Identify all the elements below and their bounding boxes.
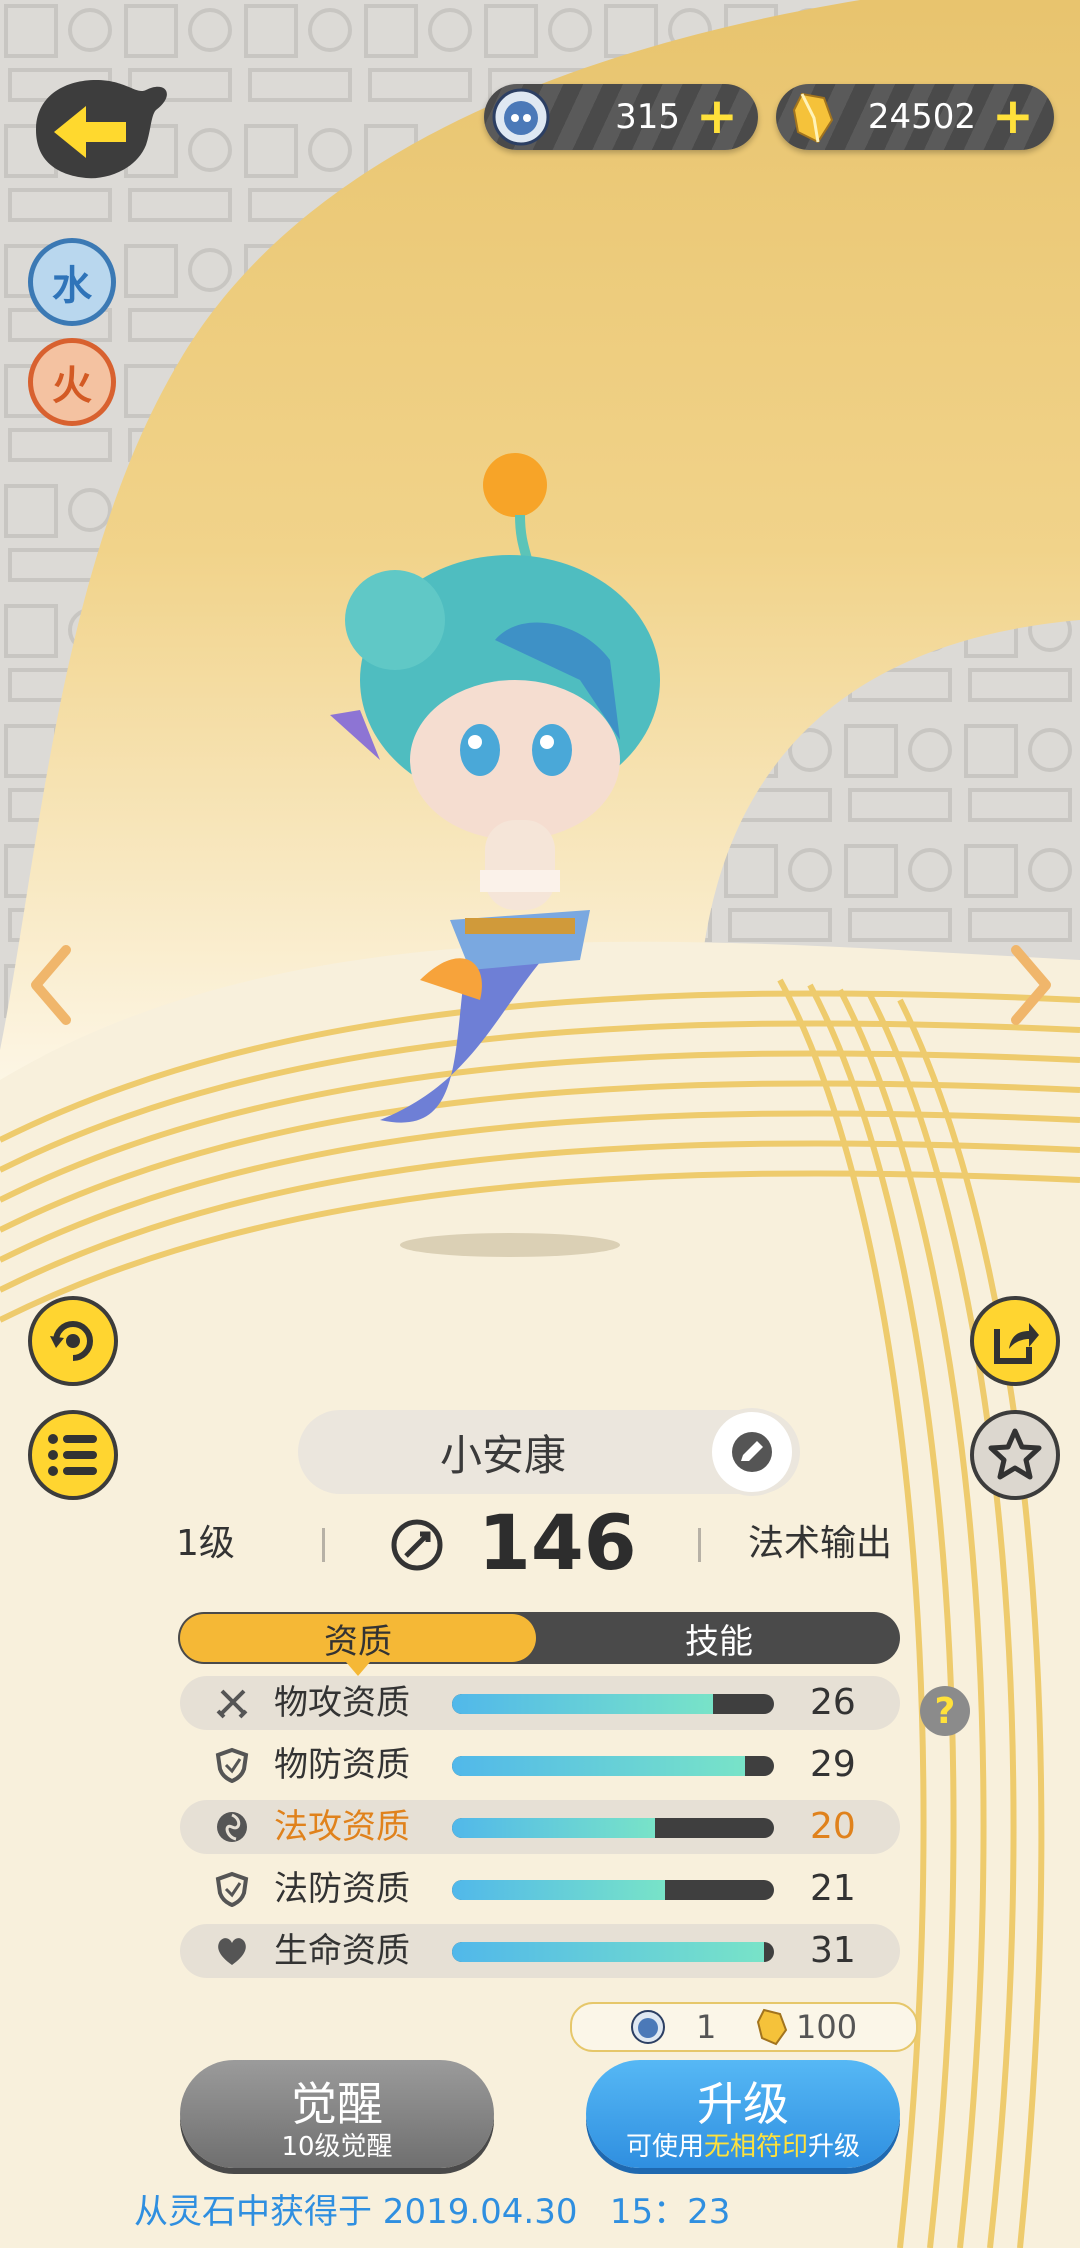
monster-role: 法术输出	[748, 1523, 893, 1564]
crystal-icon	[792, 92, 834, 144]
previous-monster-arrow-icon[interactable]	[26, 940, 76, 1030]
name-plate: 小安康	[298, 1408, 800, 1496]
back-button[interactable]	[26, 70, 176, 185]
aptitude-bar	[452, 1942, 774, 1962]
upgrade-hint-suffix: 升级	[808, 2132, 861, 2162]
share-button[interactable]	[970, 1296, 1060, 1386]
rotate-icon	[50, 1321, 93, 1361]
star-icon	[988, 1428, 1042, 1480]
rotate-view-button[interactable]	[28, 1296, 118, 1386]
rename-button[interactable]	[708, 1408, 796, 1496]
water-element-badge[interactable]: 水	[28, 238, 116, 326]
aptitude-value: 26	[810, 1682, 856, 1723]
shield-icon	[215, 1871, 249, 1907]
sword-icon	[216, 1689, 248, 1719]
aptitude-label: 生命资质	[274, 1931, 410, 1971]
list-menu-button[interactable]	[28, 1410, 118, 1500]
spell-icon	[217, 1812, 247, 1842]
aptitude-value: 21	[810, 1868, 856, 1909]
aptitude-bar-fill	[452, 1694, 713, 1714]
aptitude-label: 法攻资质	[274, 1807, 410, 1847]
tab-pointer-icon	[346, 1662, 370, 1676]
back-arrow-icon	[36, 80, 167, 179]
aptitude-label: 物攻资质	[274, 1683, 410, 1723]
aptitude-row: 法防资质 21	[180, 1862, 900, 1916]
crystal-currency-bar[interactable]: 24502 +	[776, 84, 1054, 150]
obtain-info: 从灵石中获得于 2019.04.30 15：23	[134, 2192, 731, 2232]
aptitude-row: 生命资质 31	[180, 1924, 900, 1978]
help-button[interactable]: ?	[920, 1686, 970, 1736]
divider	[322, 1528, 325, 1562]
orb-icon	[492, 88, 550, 146]
upgrade-cost: 1 100	[570, 2002, 918, 2052]
share-icon	[994, 1323, 1039, 1364]
monster-illustration	[330, 453, 660, 1257]
tab-aptitude[interactable]: 资质	[180, 1614, 536, 1662]
crystal-count: 24502	[867, 97, 976, 137]
orb-cost: 1	[696, 2008, 717, 2046]
upgrade-button[interactable]: 升级 可使用无相符印升级	[586, 2060, 900, 2168]
favorite-button[interactable]	[970, 1410, 1060, 1500]
orb-currency-bar[interactable]: 315 +	[484, 84, 758, 150]
aptitude-bar-fill	[452, 1942, 765, 1962]
aptitude-label: 法防资质	[274, 1869, 410, 1909]
awaken-requirement: 10级觉醒	[281, 2132, 393, 2162]
upgrade-hint-prefix: 可使用	[625, 2132, 704, 2162]
add-crystal-button[interactable]: +	[992, 91, 1034, 141]
aptitude-bar	[452, 1756, 774, 1776]
awaken-button[interactable]: 觉醒 10级觉醒	[180, 2060, 494, 2168]
aptitude-row: 法攻资质 20	[180, 1800, 900, 1854]
aptitude-value: 29	[810, 1744, 856, 1785]
combat-power: 146	[478, 1498, 637, 1587]
aptitude-bar	[452, 1818, 774, 1838]
next-monster-arrow-icon[interactable]	[1006, 940, 1056, 1030]
aptitude-bar-fill	[452, 1818, 655, 1838]
tab-skills[interactable]: 技能	[538, 1612, 900, 1664]
aptitude-value: 31	[810, 1930, 856, 1971]
awaken-label: 觉醒	[291, 2077, 383, 2131]
crystal-cost: 100	[796, 2008, 858, 2046]
divider	[698, 1528, 701, 1562]
upgrade-label: 升级	[697, 2077, 789, 2131]
aptitude-bar	[452, 1880, 774, 1900]
list-icon	[48, 1434, 97, 1476]
aptitude-row: 物防资质 29	[180, 1738, 900, 1792]
aptitude-bar-fill	[452, 1756, 746, 1776]
monster-level: 1级	[176, 1523, 235, 1564]
tab-bar: 资质 技能	[178, 1612, 900, 1664]
crystal-icon	[756, 2008, 788, 2046]
upgrade-hint-item: 无相符印	[703, 2132, 808, 2162]
monster-name: 小安康	[439, 1430, 566, 1480]
aptitude-bar-fill	[452, 1880, 665, 1900]
edit-pencil-icon	[732, 1432, 772, 1472]
shield-icon	[215, 1747, 249, 1783]
upgrade-hint: 可使用无相符印升级	[586, 2126, 900, 2163]
add-orb-button[interactable]: +	[696, 91, 738, 141]
orb-count: 315	[615, 97, 680, 137]
aptitude-bar	[452, 1694, 774, 1714]
aptitude-row: 物攻资质 26	[180, 1676, 900, 1730]
power-icon	[391, 1519, 443, 1571]
orb-icon	[631, 2010, 665, 2044]
fire-element-badge[interactable]: 火	[28, 338, 116, 426]
heart-icon	[218, 1938, 246, 1965]
aptitude-label: 物防资质	[274, 1745, 410, 1785]
aptitude-value: 20	[810, 1806, 856, 1847]
